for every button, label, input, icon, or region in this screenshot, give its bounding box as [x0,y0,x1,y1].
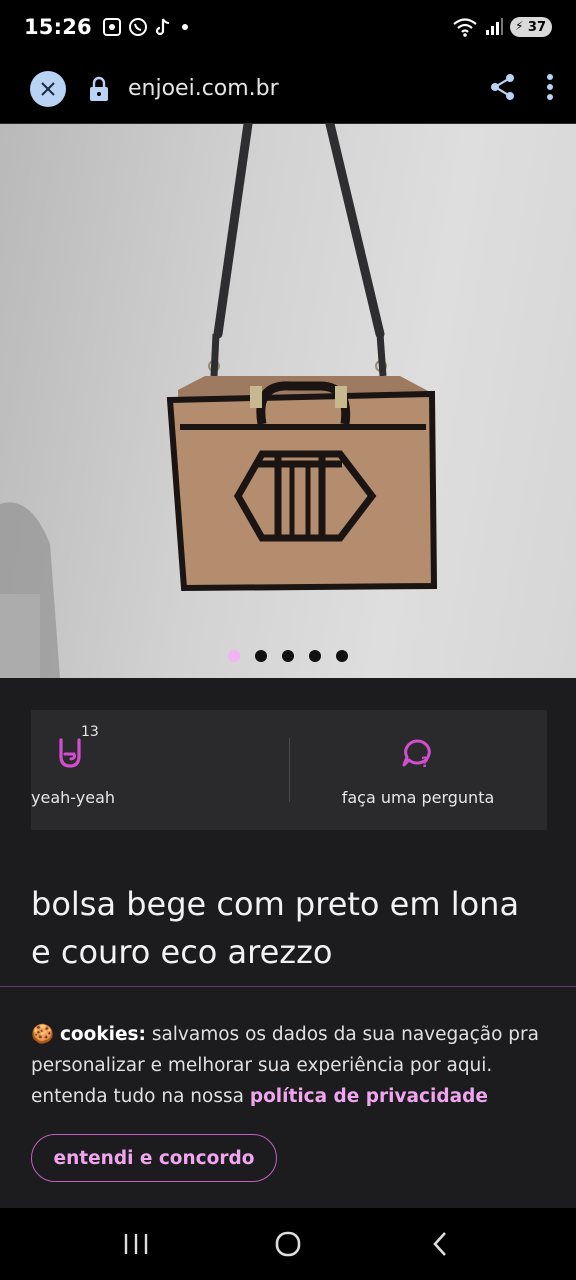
yeah-yeah-button[interactable]: 13 yeah-yeah [31,710,289,830]
product-actions-card: 13 yeah-yeah ? faça uma pergunta [31,710,547,830]
screenshot-icon [102,18,121,36]
carousel-dot-3[interactable] [282,650,294,662]
browser-actions [490,73,554,105]
yeah-count: 13 [81,723,99,740]
product-photo [0,124,438,678]
close-icon [41,81,55,96]
carousel-dot-1[interactable] [228,650,240,662]
close-button[interactable] [30,70,66,107]
battery-level: 37 [527,19,546,35]
yeah-yeah-label: yeah-yeah [31,787,116,807]
more-vert-icon[interactable] [546,73,554,105]
cookie-banner: 🍪 cookies: salvamos os dados da sua nave… [0,986,576,1208]
cookie-icon: 🍪 [31,1024,55,1045]
status-bar: 15:26 ⚡ 37 [0,0,576,54]
privacy-policy-link[interactable]: política de privacidade [250,1086,488,1107]
carousel-dots [0,650,576,662]
carousel-dot-5[interactable] [336,650,348,662]
browser-toolbar: enjoei.com.br [0,54,576,124]
recents-button[interactable] [96,1219,176,1269]
recents-icon [124,1234,148,1254]
notification-icons [102,17,192,37]
wifi-icon [453,18,477,37]
carousel-dot-2[interactable] [255,650,267,662]
product-title: bolsa bege com preto em lona e couro eco… [31,885,520,971]
accept-cookies-button[interactable]: entendi e concordo [31,1134,277,1182]
lock-icon[interactable] [88,76,110,102]
url-text[interactable]: enjoei.com.br [128,76,279,101]
share-icon[interactable] [490,73,516,105]
cookie-text: 🍪 cookies: salvamos os dados da sua nave… [31,1019,546,1112]
system-icons: ⚡ 37 [452,17,552,37]
ask-question-button[interactable]: ? faça uma pergunta [289,710,547,830]
question-bubble-icon: ? [402,738,431,771]
whatsapp-icon [128,18,147,36]
status-time: 15:26 [24,15,92,39]
tiktok-icon [155,18,169,36]
dot-icon [181,24,188,30]
rock-hand-icon [59,737,81,768]
system-nav-bar [0,1208,576,1280]
home-icon [275,1231,301,1257]
svg-text:?: ? [421,755,429,770]
home-button[interactable] [248,1219,328,1269]
product-image-carousel[interactable] [0,124,576,678]
signal-icon [486,18,503,35]
ask-question-label: faça uma pergunta [341,787,495,807]
back-button[interactable] [400,1219,480,1269]
back-icon [433,1232,446,1256]
battery-icon: ⚡ 37 [510,17,552,37]
carousel-dot-4[interactable] [309,650,321,662]
cookie-heading: cookies: [59,1024,146,1045]
